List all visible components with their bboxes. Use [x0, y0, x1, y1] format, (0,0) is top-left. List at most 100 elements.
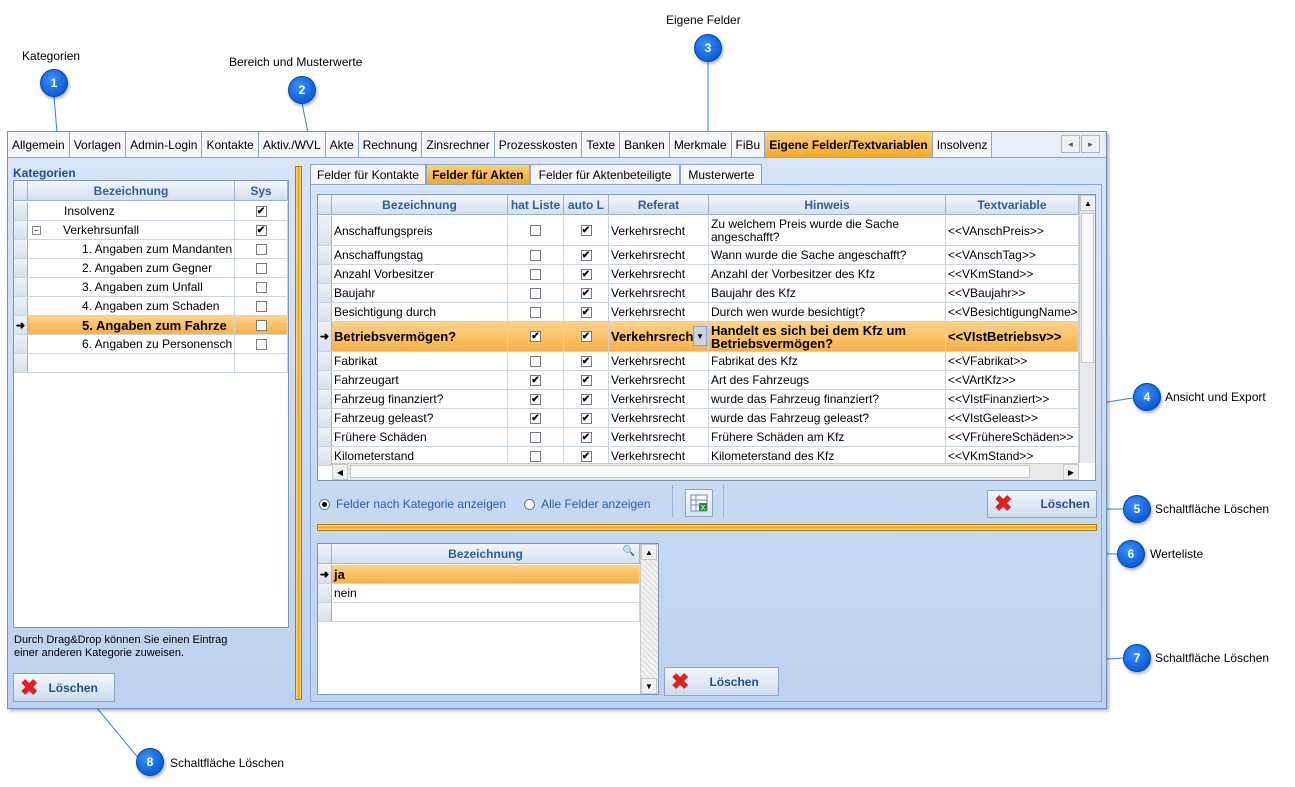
- subtab-musterwerte[interactable]: Musterwerte: [680, 164, 763, 185]
- hat-liste-checkbox[interactable]: ✔: [530, 412, 541, 424]
- delete-value-button[interactable]: ✖ Löschen: [664, 667, 779, 696]
- values-col-bezeichnung[interactable]: Bezeichnung 🔍: [332, 544, 640, 564]
- category-row[interactable]: 1. Angaben zum Mandanten: [14, 240, 288, 259]
- fields-vertical-scrollbar[interactable]: ▲: [1079, 195, 1095, 463]
- auto-l-checkbox[interactable]: ✔: [580, 268, 592, 280]
- tab-scroll-left-icon[interactable]: ◂: [1061, 135, 1080, 153]
- field-row[interactable]: Frühere Schäden ✔ Verkehrsrecht Frühere Sch…: [318, 428, 1079, 447]
- search-icon[interactable]: 🔍: [623, 546, 635, 557]
- radio-by-category[interactable]: [319, 498, 330, 510]
- hat-liste-checkbox[interactable]: ✔: [530, 331, 541, 342]
- category-row[interactable]: 6. Angaben zu Personensch: [14, 335, 288, 354]
- auto-l-checkbox[interactable]: ✔: [580, 249, 592, 261]
- tab-admin-login[interactable]: Admin-Login: [126, 132, 203, 157]
- auto-l-checkbox[interactable]: ✔: [580, 306, 592, 318]
- tab-prozesskosten[interactable]: Prozesskosten: [494, 132, 583, 157]
- value-row-empty[interactable]: [318, 603, 640, 622]
- tab-kontakte[interactable]: Kontakte: [202, 132, 259, 157]
- hat-liste-checkbox[interactable]: [530, 355, 541, 367]
- field-row[interactable]: Besichtigung durch ✔ Verkehrsrecht Durch we…: [318, 303, 1079, 322]
- vertical-splitter[interactable]: [295, 166, 302, 700]
- tab-fibu[interactable]: FiBu: [731, 132, 766, 157]
- tab-rechnung[interactable]: Rechnung: [358, 132, 423, 157]
- radio-all-fields-label[interactable]: Alle Felder anzeigen: [541, 497, 650, 511]
- hat-liste-checkbox[interactable]: [530, 249, 541, 261]
- category-row-selected[interactable]: ➜ 5. Angaben zum Fahrze: [14, 316, 288, 335]
- hat-liste-checkbox[interactable]: [530, 225, 541, 236]
- hat-liste-checkbox[interactable]: [530, 287, 541, 299]
- fields-col-referat[interactable]: Referat: [609, 195, 709, 215]
- fields-col-hinweis[interactable]: Hinweis: [709, 195, 946, 215]
- hat-liste-checkbox[interactable]: [530, 450, 541, 462]
- tab-aktiv-wvl[interactable]: Aktiv./WVL: [258, 132, 326, 157]
- sys-checkbox[interactable]: ✔: [255, 205, 267, 217]
- field-row[interactable]: Anzahl Vorbesitzer ✔ Verkehrsrecht Anzahl d…: [318, 265, 1079, 284]
- hat-liste-checkbox[interactable]: [530, 268, 541, 280]
- tab-vorlagen[interactable]: Vorlagen: [69, 132, 127, 157]
- fields-col-bezeichnung[interactable]: Bezeichnung: [332, 195, 508, 215]
- hat-liste-checkbox[interactable]: [530, 306, 541, 318]
- field-row[interactable]: Fabrikat ✔ Verkehrsrecht Fabrikat des Kfz <<…: [318, 352, 1079, 371]
- category-row[interactable]: 3. Angaben zum Unfall: [14, 278, 288, 297]
- excel-export-icon[interactable]: X: [685, 489, 713, 517]
- hat-liste-checkbox[interactable]: ✔: [530, 393, 541, 405]
- tab-texte[interactable]: Texte: [582, 132, 621, 157]
- radio-by-category-label[interactable]: Felder nach Kategorie anzeigen: [336, 497, 506, 511]
- subtab-felder-kontakte[interactable]: Felder für Kontakte: [310, 164, 427, 185]
- auto-l-checkbox[interactable]: ✔: [580, 450, 592, 462]
- field-row[interactable]: Fahrzeug geleast? ✔ ✔ Verkehrsrecht wurde da…: [318, 409, 1079, 428]
- scroll-left-icon[interactable]: ◀: [332, 464, 348, 480]
- tab-banken[interactable]: Banken: [620, 132, 670, 157]
- dropdown-chevron-icon[interactable]: ▼: [693, 326, 707, 346]
- auto-l-checkbox[interactable]: ✔: [580, 393, 592, 405]
- auto-l-checkbox[interactable]: ✔: [580, 331, 592, 342]
- tab-merkmale[interactable]: Merkmale: [669, 132, 732, 157]
- category-row-empty[interactable]: [14, 354, 288, 373]
- field-referat[interactable]: Verkehrsrech ▼: [609, 322, 709, 351]
- field-row[interactable]: Anschaffungstag ✔ Verkehrsrecht Wann wurde …: [318, 246, 1079, 265]
- fields-col-hat-liste[interactable]: hat Liste: [508, 195, 564, 215]
- hat-liste-checkbox[interactable]: [530, 431, 541, 443]
- auto-l-checkbox[interactable]: ✔: [580, 355, 592, 367]
- value-row[interactable]: nein: [318, 584, 640, 603]
- categories-col-sys[interactable]: Sys: [235, 181, 288, 201]
- sys-checkbox[interactable]: [255, 338, 267, 350]
- field-row[interactable]: Fahrzeugart ✔ ✔ Verkehrsrecht Art des Fahrze…: [318, 371, 1079, 390]
- tab-insolvenz[interactable]: Insolvenz: [932, 132, 993, 157]
- sys-checkbox[interactable]: ✔: [255, 224, 267, 236]
- horizontal-splitter[interactable]: [317, 524, 1097, 531]
- fields-col-textvariable[interactable]: Textvariable: [946, 195, 1079, 215]
- values-vertical-scrollbar[interactable]: ▲ ▼: [640, 544, 658, 694]
- tab-eigene-felder[interactable]: Eigene Felder/Textvariablen: [765, 132, 933, 157]
- radio-all-fields[interactable]: [524, 498, 536, 510]
- scroll-up-icon[interactable]: ▲: [641, 544, 657, 560]
- sys-checkbox[interactable]: [255, 262, 267, 274]
- auto-l-checkbox[interactable]: ✔: [580, 374, 592, 386]
- scroll-right-icon[interactable]: ▶: [1063, 464, 1079, 480]
- fields-col-auto-l[interactable]: auto L: [564, 195, 609, 215]
- auto-l-checkbox[interactable]: ✔: [580, 225, 592, 236]
- sys-checkbox[interactable]: [255, 243, 267, 255]
- auto-l-checkbox[interactable]: ✔: [580, 412, 592, 424]
- delete-category-button[interactable]: ✖ Löschen: [13, 673, 115, 702]
- category-row[interactable]: − Verkehrsunfall ✔: [14, 221, 288, 240]
- delete-field-button[interactable]: ✖ Löschen: [987, 490, 1097, 518]
- fields-horizontal-scrollbar[interactable]: ◀ ▶: [332, 463, 1079, 480]
- auto-l-checkbox[interactable]: ✔: [580, 287, 592, 299]
- subtab-felder-aktenbeteiligte[interactable]: Felder für Aktenbeteiligte: [529, 164, 681, 185]
- field-row[interactable]: Anschaffungspreis ✔ Verkehrsrecht Zu welche…: [318, 216, 1079, 246]
- hat-liste-checkbox[interactable]: ✔: [530, 374, 541, 386]
- category-row[interactable]: 4. Angaben zum Schaden: [14, 297, 288, 316]
- sys-checkbox[interactable]: [255, 319, 267, 331]
- tab-zinsrechner[interactable]: Zinsrechner: [422, 132, 495, 157]
- scroll-down-icon[interactable]: ▼: [641, 678, 657, 694]
- category-row[interactable]: Insolvenz ✔: [14, 202, 288, 221]
- scroll-thumb[interactable]: [1081, 213, 1094, 363]
- tab-allgemein[interactable]: Allgemein: [8, 132, 70, 157]
- subtab-felder-akten[interactable]: Felder für Akten: [426, 164, 530, 185]
- value-row-selected[interactable]: ➜ ja: [318, 565, 640, 584]
- sys-checkbox[interactable]: [255, 300, 267, 312]
- collapse-icon[interactable]: −: [32, 225, 41, 235]
- scroll-up-icon[interactable]: ▲: [1080, 195, 1095, 211]
- tab-akte[interactable]: Akte: [325, 132, 359, 157]
